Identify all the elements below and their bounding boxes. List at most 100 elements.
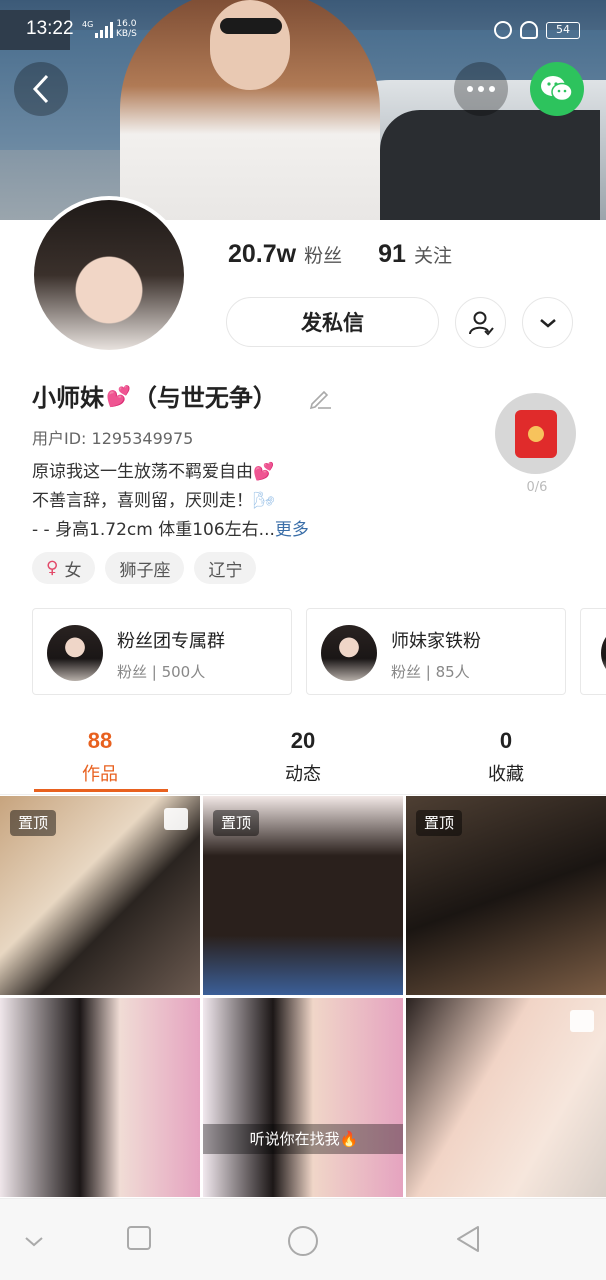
fan-group-card-partial[interactable]	[580, 608, 606, 695]
tag-location-label: 辽宁	[208, 560, 243, 581]
name-main: 小师妹	[32, 384, 104, 412]
content-tabs: 88 作品 20 动态 0 收藏	[0, 728, 606, 794]
nav-home-button[interactable]	[287, 1225, 319, 1261]
work-thumbnail[interactable]: 听说你在找我🔥	[203, 998, 403, 1197]
net-speed-unit: KB/S	[116, 29, 137, 39]
group-name: 粉丝团专属群	[117, 631, 225, 652]
fans-count[interactable]: 20.7w	[228, 240, 296, 269]
nav-back-button[interactable]	[454, 1225, 482, 1257]
status-bar: 13:22 4G 16.0 KB/S 54	[0, 18, 606, 46]
avatar[interactable]	[30, 196, 188, 354]
system-nav-bar	[0, 1198, 606, 1280]
expand-button[interactable]	[522, 297, 573, 348]
tab-moments-label: 动态	[285, 764, 321, 785]
tab-favorites-count: 0	[499, 728, 513, 753]
circle-icon	[288, 1226, 318, 1256]
bio: 原谅我这一生放荡不羁爱自由💕 不善言辞，喜则留，厌则走！🌬 - - 身高1.72…	[32, 458, 309, 545]
follow-user-button[interactable]	[455, 297, 506, 348]
lock-rotation-icon	[494, 21, 512, 39]
tab-favorites-label: 收藏	[488, 764, 524, 785]
tab-works-count: 88	[87, 728, 113, 753]
tag-gender-label: 女	[64, 560, 82, 581]
fans-label[interactable]: 粉丝	[304, 241, 342, 268]
work-thumbnail[interactable]	[406, 998, 606, 1197]
work-thumbnail[interactable]: 置顶	[0, 796, 200, 995]
female-icon: ♀	[46, 558, 59, 578]
bio-line-3-text: - - 身高1.72cm 体重106左右...	[32, 520, 275, 540]
chevron-left-icon	[32, 74, 49, 104]
tab-works-label: 作品	[82, 764, 118, 785]
status-time: 13:22	[26, 18, 74, 39]
tag-zodiac[interactable]: 狮子座	[105, 552, 185, 584]
more-options-button[interactable]	[454, 62, 508, 116]
tag-gender[interactable]: ♀ 女	[32, 552, 96, 584]
send-message-button[interactable]: 发私信	[226, 297, 439, 347]
user-id: 用户ID: 1295349975	[32, 429, 194, 448]
nav-collapse-button[interactable]	[24, 1233, 44, 1252]
group-avatar	[601, 625, 606, 681]
tab-favorites[interactable]: 0 收藏	[406, 728, 606, 786]
display-name: 小师妹 💕 （与世无争）	[32, 378, 277, 413]
wind-emoji-icon: 🌬	[253, 491, 275, 511]
headphones-icon	[520, 21, 538, 39]
signal-icon	[94, 22, 114, 42]
bio-line-1: 原谅我这一生放荡不羁爱自由💕	[32, 458, 309, 487]
hearts-icon: 💕	[106, 383, 131, 408]
bio-more-link[interactable]: 更多	[275, 520, 309, 540]
bio-line-2-text: 不善言辞，喜则留，厌则走！	[32, 491, 253, 511]
red-envelope-icon	[514, 409, 557, 458]
chevron-down-icon	[25, 1237, 43, 1247]
nav-recents-button[interactable]	[126, 1225, 152, 1255]
heart-emoji-icon: 💕	[253, 462, 275, 482]
video-caption: 听说你在找我🔥	[203, 1124, 403, 1154]
tab-moments[interactable]: 20 动态	[203, 728, 403, 786]
edit-pencil-icon[interactable]	[308, 386, 332, 414]
net-speed-value: 16.0	[116, 19, 137, 29]
work-thumbnail[interactable]	[0, 998, 200, 1197]
tag-location[interactable]: 辽宁	[194, 552, 257, 584]
name-suffix: （与世无争）	[132, 384, 277, 412]
group-info: 粉丝 | 500人	[117, 663, 206, 681]
fan-group-card[interactable]: 粉丝团专属群 粉丝 | 500人	[32, 608, 292, 695]
red-packet-button[interactable]	[495, 393, 576, 474]
wechat-icon	[541, 76, 573, 102]
bio-line-2: 不善言辞，喜则留，厌则走！🌬	[32, 487, 309, 516]
pinned-badge: 置顶	[416, 810, 463, 836]
network-type: 4G	[82, 20, 94, 29]
user-follow-icon	[468, 311, 494, 335]
follow-stats: 20.7w 粉丝 91 关注	[228, 240, 452, 269]
more-dots-icon	[467, 86, 495, 92]
triangle-back-icon	[457, 1226, 479, 1252]
fan-group-card[interactable]: 师妹家铁粉 粉丝 | 85人	[306, 608, 566, 695]
group-name: 师妹家铁粉	[391, 631, 481, 652]
battery-indicator: 54	[546, 22, 580, 39]
red-packet-count: 0/6	[526, 480, 548, 495]
works-grid: 置顶 置顶 置顶 听说你在找我🔥	[0, 796, 606, 1198]
tab-divider	[0, 794, 606, 795]
bio-line-3: - - 身高1.72cm 体重106左右...更多	[32, 516, 309, 545]
chevron-down-icon	[539, 318, 556, 328]
tab-works[interactable]: 88 作品	[0, 728, 200, 786]
pinned-badge: 置顶	[213, 810, 260, 836]
tag-zodiac-label: 狮子座	[119, 560, 171, 581]
fan-groups: 粉丝团专属群 粉丝 | 500人 师妹家铁粉 粉丝 | 85人	[32, 608, 606, 696]
pinned-badge: 置顶	[10, 810, 57, 836]
profile-screen: 13:22 4G 16.0 KB/S 54 20.7w 粉丝 91 关注 发私信	[0, 0, 606, 1280]
following-count[interactable]: 91	[378, 240, 406, 269]
active-tab-indicator	[34, 789, 168, 792]
work-thumbnail[interactable]: 置顶	[406, 796, 606, 995]
profile-tags: ♀ 女 狮子座 辽宁	[32, 552, 257, 584]
group-avatar	[47, 625, 103, 681]
image-post-icon	[164, 808, 188, 830]
back-button[interactable]	[14, 62, 68, 116]
bio-line-1-text: 原谅我这一生放荡不羁爱自由	[32, 462, 253, 482]
image-post-icon	[570, 1010, 594, 1032]
following-label[interactable]: 关注	[414, 241, 452, 268]
square-icon	[127, 1226, 151, 1250]
net-speed: 16.0 KB/S	[116, 19, 137, 39]
work-thumbnail[interactable]: 置顶	[203, 796, 403, 995]
tab-moments-count: 20	[290, 728, 316, 753]
group-avatar	[321, 625, 377, 681]
group-info: 粉丝 | 85人	[391, 663, 470, 681]
wechat-share-button[interactable]	[530, 62, 584, 116]
